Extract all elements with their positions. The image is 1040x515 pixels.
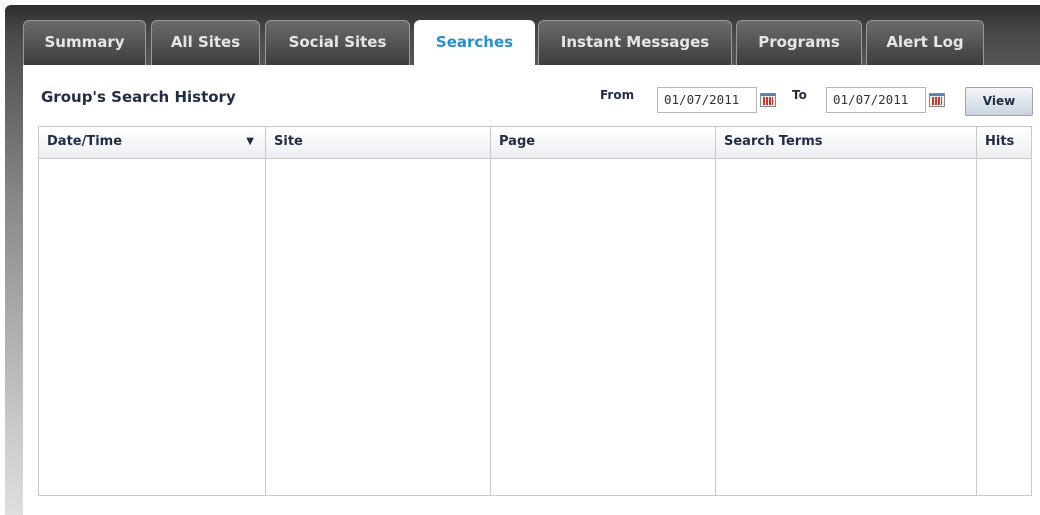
tab-summary[interactable]: Summary — [23, 20, 146, 66]
sort-desc-icon: ▼ — [246, 136, 254, 147]
tab-label: Searches — [435, 33, 514, 51]
tab-searches[interactable]: Searches — [414, 20, 535, 67]
column-header-label: Site — [274, 134, 303, 149]
column-divider — [266, 127, 491, 495]
tab-instant-messages[interactable]: Instant Messages — [538, 20, 732, 66]
view-button[interactable]: View — [965, 87, 1033, 116]
column-header-site[interactable]: Site — [266, 127, 491, 158]
tab-programs[interactable]: Programs — [736, 20, 862, 66]
search-history-table: Date/Time ▼ Site Page Search Terms Hits — [38, 126, 1032, 496]
column-header-page[interactable]: Page — [491, 127, 716, 158]
app-frame: Summary All Sites Social Sites Searches … — [5, 5, 1040, 515]
tab-alert-log[interactable]: Alert Log — [866, 20, 984, 66]
tab-label: Instant Messages — [560, 33, 710, 51]
tab-social-sites[interactable]: Social Sites — [265, 20, 410, 66]
column-divider — [716, 127, 977, 495]
column-header-search-terms[interactable]: Search Terms — [716, 127, 977, 158]
searches-panel: Group's Search History From 01/07/2011 T… — [23, 65, 1040, 515]
column-header-hits[interactable]: Hits — [977, 127, 1031, 158]
to-label: To — [792, 88, 807, 102]
page-title: Group's Search History — [41, 88, 236, 106]
column-header-label: Hits — [985, 134, 1015, 149]
calendar-icon[interactable] — [760, 93, 776, 107]
column-header-label: Search Terms — [724, 134, 823, 149]
tab-label: All Sites — [170, 33, 241, 51]
calendar-icon[interactable] — [929, 93, 945, 107]
to-date-field[interactable]: 01/07/2011 — [826, 87, 926, 113]
tab-label: Alert Log — [886, 33, 964, 51]
column-header-label: Date/Time — [47, 134, 123, 149]
from-date-field[interactable]: 01/07/2011 — [657, 87, 757, 113]
column-header-label: Page — [499, 134, 536, 149]
column-header-date-time[interactable]: Date/Time ▼ — [39, 127, 266, 158]
column-divider — [491, 127, 716, 495]
tab-all-sites[interactable]: All Sites — [151, 20, 260, 66]
tab-label: Social Sites — [288, 33, 387, 51]
tab-label: Programs — [758, 33, 840, 51]
column-divider — [39, 127, 266, 495]
tab-label: Summary — [44, 33, 125, 51]
from-label: From — [600, 88, 635, 102]
